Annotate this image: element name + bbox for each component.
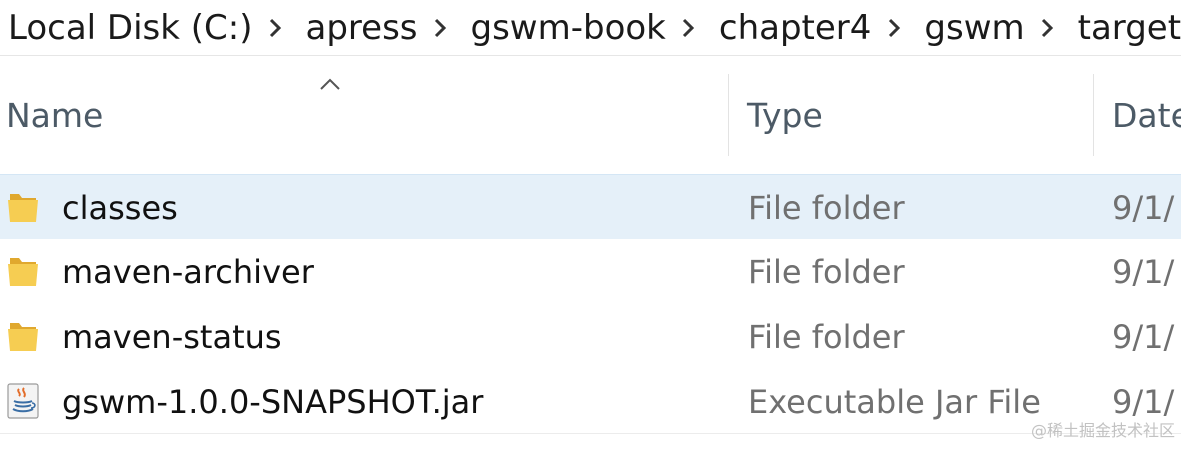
column-header-name[interactable]: Name <box>0 74 728 156</box>
java-jar-icon <box>7 383 39 419</box>
file-type: File folder <box>748 188 905 227</box>
watermark: @稀土掘金技术社区 <box>1030 421 1175 440</box>
file-date: 9/1/ <box>1112 188 1175 227</box>
breadcrumb-item-gswm-book[interactable]: gswm-book <box>463 11 666 45</box>
file-type: File folder <box>748 252 905 291</box>
file-name: classes <box>62 188 178 227</box>
file-type: Executable Jar File <box>748 382 1041 421</box>
file-row-classes[interactable]: classes File folder 9/1/ <box>0 174 1181 239</box>
file-name: maven-status <box>62 317 282 356</box>
breadcrumb-item-local-disk[interactable]: Local Disk (C:) <box>0 11 253 45</box>
file-name: maven-archiver <box>62 252 314 291</box>
chevron-right-icon[interactable] <box>1025 8 1070 48</box>
folder-icon <box>8 194 38 222</box>
column-header-type[interactable]: Type <box>728 74 1093 156</box>
breadcrumb-item-apress[interactable]: apress <box>298 11 418 45</box>
folder-icon <box>8 323 38 351</box>
folder-icon <box>8 258 38 286</box>
chevron-right-icon[interactable] <box>871 8 916 48</box>
breadcrumb-item-chapter4[interactable]: chapter4 <box>711 11 872 45</box>
column-header-date[interactable]: Date <box>1093 74 1181 156</box>
column-headers: Name Type Date <box>0 74 1181 156</box>
breadcrumb: Local Disk (C:) apress gswm-book chapter… <box>0 0 1181 56</box>
chevron-right-icon[interactable] <box>418 8 463 48</box>
divider <box>0 433 1181 434</box>
file-row-gswm-jar[interactable]: gswm-1.0.0-SNAPSHOT.jar Executable Jar F… <box>0 369 1181 434</box>
file-name: gswm-1.0.0-SNAPSHOT.jar <box>62 382 484 421</box>
chevron-right-icon[interactable] <box>666 8 711 48</box>
file-row-maven-status[interactable]: maven-status File folder 9/1/ <box>0 304 1181 369</box>
file-date: 9/1/ <box>1112 317 1175 356</box>
file-list: classes File folder 9/1/ maven-archiver … <box>0 174 1181 434</box>
chevron-right-icon[interactable] <box>253 8 298 48</box>
file-date: 9/1/ <box>1112 252 1175 291</box>
file-row-maven-archiver[interactable]: maven-archiver File folder 9/1/ <box>0 239 1181 304</box>
breadcrumb-item-target[interactable]: target <box>1070 11 1181 45</box>
breadcrumb-item-gswm[interactable]: gswm <box>916 11 1024 45</box>
file-type: File folder <box>748 317 905 356</box>
file-explorer: Local Disk (C:) apress gswm-book chapter… <box>0 0 1181 449</box>
